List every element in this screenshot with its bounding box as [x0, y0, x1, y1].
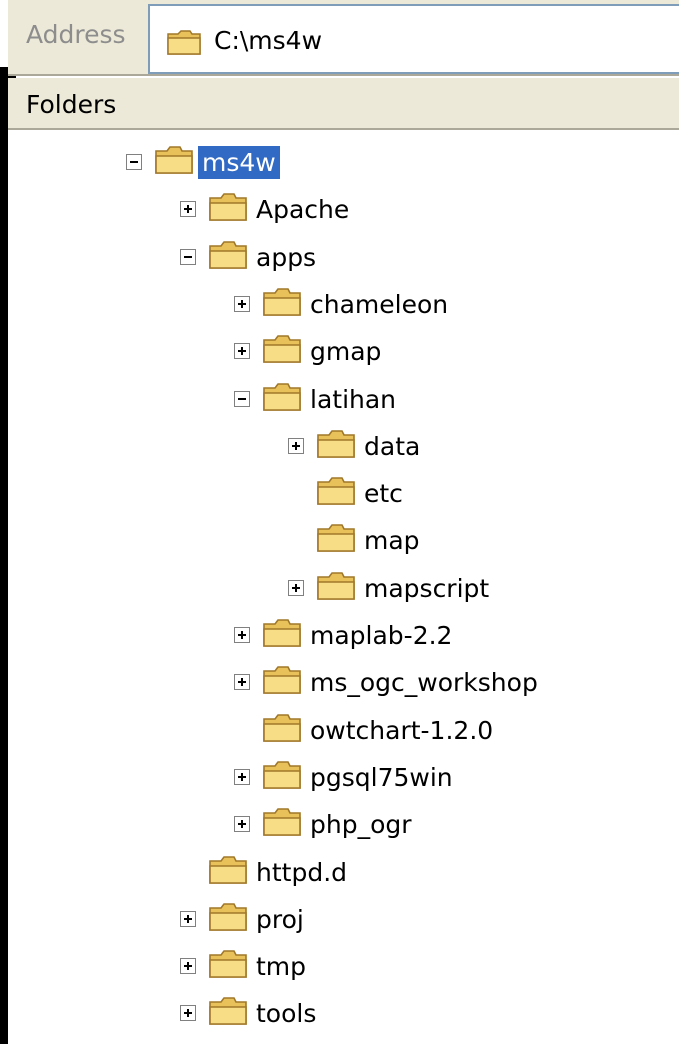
tree-node-label[interactable]: latihan — [306, 383, 400, 416]
tree-node[interactable]: gmap — [8, 329, 668, 375]
tree-node[interactable]: map — [8, 518, 668, 564]
tree-node[interactable]: etc — [8, 471, 668, 517]
tree-node-label[interactable]: data — [360, 430, 424, 463]
left-margin — [0, 0, 8, 67]
folder-icon — [208, 191, 248, 227]
tree-node[interactable]: chameleon — [8, 282, 668, 328]
tree-node[interactable]: tools — [8, 991, 668, 1037]
plus-box-icon[interactable] — [234, 295, 250, 312]
tree-node[interactable]: tmp — [8, 944, 668, 990]
tree-node-label[interactable]: chameleon — [306, 288, 452, 321]
window-edge — [0, 67, 8, 1044]
tree-node[interactable]: Apache — [8, 187, 668, 233]
address-bar: Address C:\ms4w — [8, 0, 679, 76]
folder-icon — [208, 901, 248, 937]
tree-node[interactable]: mapscript — [8, 566, 668, 612]
tree-node[interactable]: php_ogr — [8, 802, 668, 848]
tree-node-label[interactable]: httpd.d — [252, 856, 351, 889]
folder-icon — [166, 28, 202, 60]
folder-icon — [262, 806, 302, 842]
plus-box-icon[interactable] — [288, 579, 304, 596]
tree-node-label[interactable]: owtchart-1.2.0 — [306, 714, 497, 747]
tree-node[interactable]: maplab-2.2 — [8, 613, 668, 659]
tree-node[interactable]: data — [8, 424, 668, 470]
folder-icon — [208, 995, 248, 1031]
tree-node-label[interactable]: etc — [360, 477, 407, 510]
tree-node-label[interactable]: apps — [252, 241, 320, 274]
tree-node[interactable]: ms4w — [8, 140, 668, 186]
folder-icon — [316, 522, 356, 558]
folder-icon — [316, 428, 356, 464]
tree-node[interactable]: pgsql75win — [8, 755, 668, 801]
tree-node-label[interactable]: Apache — [252, 193, 353, 226]
minus-box-icon[interactable] — [180, 248, 196, 265]
address-field[interactable]: C:\ms4w — [148, 4, 679, 74]
folders-pane-header: Folders — [8, 78, 679, 130]
folder-icon — [316, 475, 356, 511]
folder-icon — [154, 144, 194, 180]
tree-node[interactable]: proj — [8, 897, 668, 943]
tree-node[interactable]: owtchart-1.2.0 — [8, 708, 668, 754]
tree-node-label[interactable]: php_ogr — [306, 808, 416, 841]
tree-node-label[interactable]: gmap — [306, 335, 385, 368]
plus-box-icon[interactable] — [180, 1005, 196, 1022]
folder-icon — [262, 333, 302, 369]
minus-box-icon[interactable] — [126, 154, 142, 170]
folder-icon — [208, 854, 248, 890]
plus-box-icon[interactable] — [234, 674, 250, 691]
folder-icon — [208, 948, 248, 984]
explorer-window: Address C:\ms4w Folders ms4w Apache apps ch… — [0, 0, 679, 1044]
folder-icon — [262, 664, 302, 700]
tree-node-label[interactable]: maplab-2.2 — [306, 619, 456, 652]
plus-box-icon[interactable] — [234, 343, 250, 360]
tree-node-label[interactable]: tmp — [252, 950, 310, 983]
tree-node-label[interactable]: pgsql75win — [306, 761, 457, 794]
folder-tree: ms4w Apache apps chameleon gmap latihan data et… — [8, 130, 679, 1044]
minus-box-icon[interactable] — [234, 390, 250, 407]
folder-icon — [208, 239, 248, 275]
plus-box-icon[interactable] — [234, 816, 250, 833]
tree-node[interactable]: latihan — [8, 377, 668, 423]
folder-icon — [262, 759, 302, 795]
plus-box-icon[interactable] — [234, 627, 250, 643]
tree-node[interactable]: httpd.d — [8, 850, 668, 896]
tree-node-label[interactable]: proj — [252, 903, 308, 936]
tree-node[interactable]: ms_ogc_workshop — [8, 660, 668, 706]
folder-icon — [262, 286, 302, 322]
folders-pane-title: Folders — [26, 90, 117, 119]
tree-node-label[interactable]: tools — [252, 997, 320, 1030]
tree-node[interactable]: apps — [8, 235, 668, 281]
folder-icon — [262, 381, 302, 417]
plus-box-icon[interactable] — [234, 768, 250, 785]
tree-node-label[interactable]: ms_ogc_workshop — [306, 666, 542, 699]
folder-icon — [316, 570, 356, 606]
folder-icon — [262, 617, 302, 653]
plus-box-icon[interactable] — [288, 437, 304, 454]
folder-icon — [262, 712, 302, 748]
plus-box-icon[interactable] — [180, 910, 196, 927]
address-label: Address — [26, 20, 126, 49]
address-path: C:\ms4w — [214, 26, 323, 55]
plus-box-icon[interactable] — [180, 958, 196, 975]
tree-node-label[interactable]: map — [360, 524, 424, 557]
plus-box-icon[interactable] — [180, 201, 196, 218]
tree-node-label[interactable]: mapscript — [360, 572, 493, 605]
tree-node-label[interactable]: ms4w — [198, 146, 280, 179]
